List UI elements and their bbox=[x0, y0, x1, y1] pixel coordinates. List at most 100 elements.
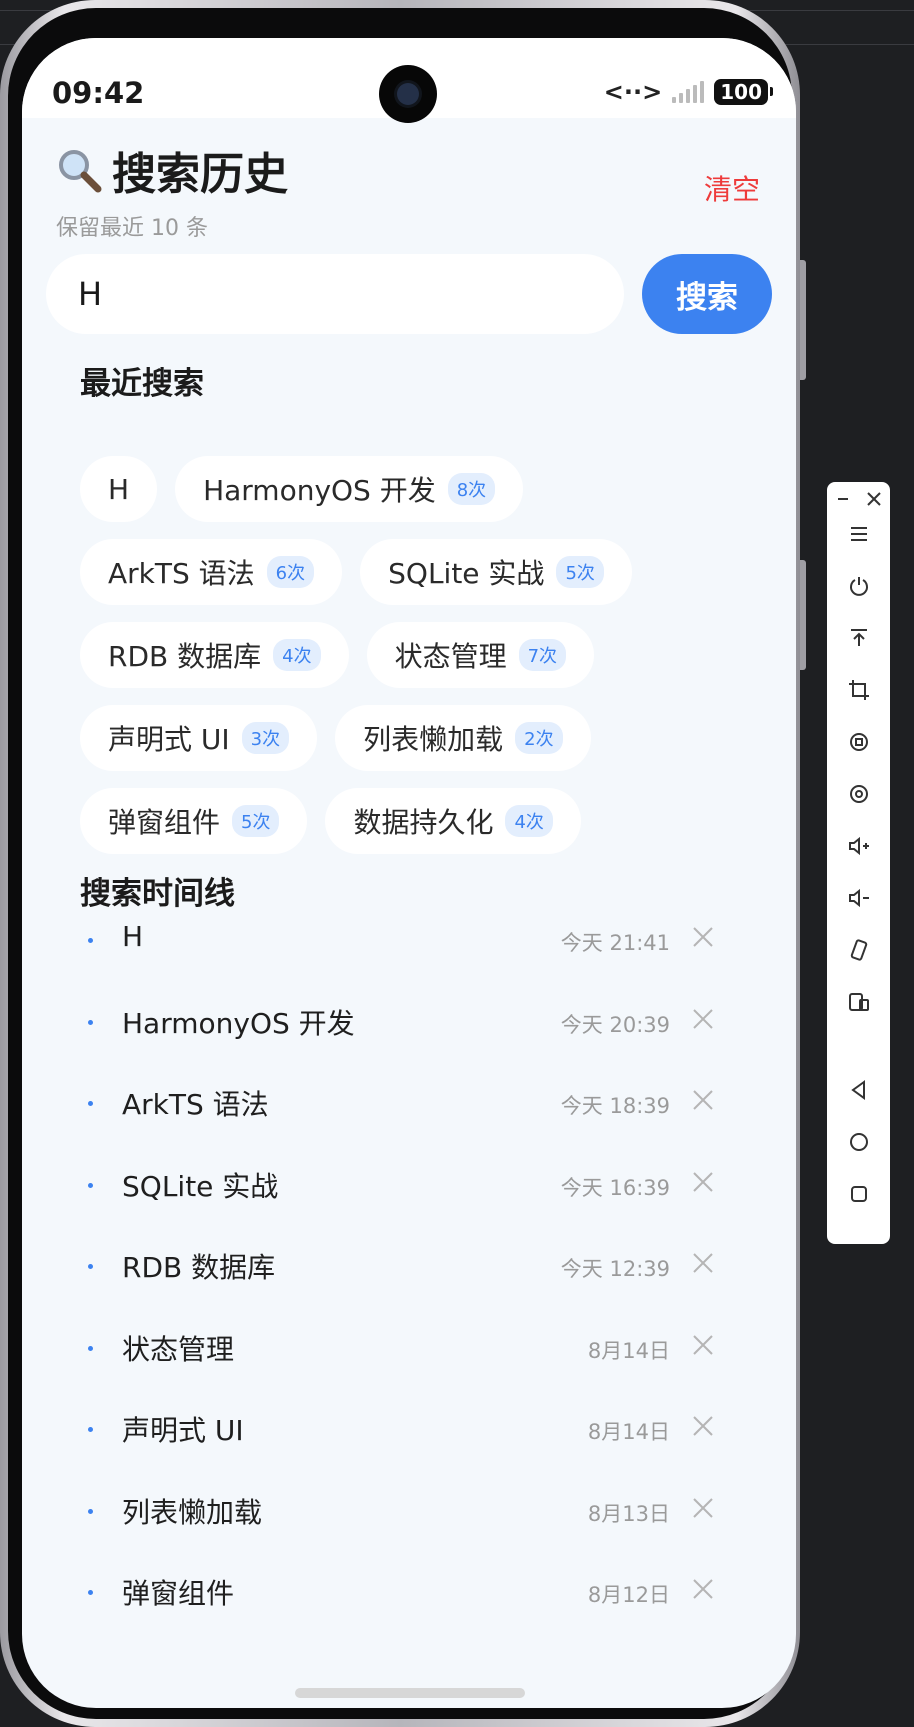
timeline-item[interactable]: ArkTS 语法 今天 18:39 bbox=[80, 1063, 760, 1145]
shake-icon[interactable] bbox=[847, 938, 871, 962]
timeline-item[interactable]: 声明式 UI 8月14日 bbox=[80, 1389, 760, 1471]
delete-icon[interactable] bbox=[688, 1004, 718, 1034]
volume-down-icon[interactable] bbox=[847, 886, 871, 910]
minimize-icon[interactable] bbox=[832, 488, 854, 510]
search-icon bbox=[59, 150, 102, 193]
app-screen: 09:42 <··> 100 搜索历史 保留最近 10 条 清空 H 搜索 最近… bbox=[22, 38, 796, 1708]
status-icons: <··> 100 bbox=[603, 78, 773, 106]
timeline-item-time: 今天 12:39 bbox=[560, 1257, 670, 1281]
chip-label: 列表懒加载 bbox=[363, 723, 504, 756]
home-icon[interactable] bbox=[847, 1130, 871, 1154]
volume-up-icon[interactable] bbox=[847, 834, 871, 858]
page-subtitle: 保留最近 10 条 bbox=[56, 216, 208, 241]
home-indicator[interactable] bbox=[295, 1688, 525, 1698]
chip-label: 状态管理 bbox=[394, 640, 507, 673]
timeline-dot bbox=[88, 1182, 93, 1188]
delete-icon[interactable] bbox=[688, 1248, 718, 1278]
timeline-item-name: 状态管理 bbox=[122, 1332, 235, 1366]
chip-label: 数据持久化 bbox=[353, 806, 494, 839]
recent-search-chip[interactable]: 弹窗组件 5次 bbox=[80, 788, 308, 854]
recent-search-chip[interactable]: 声明式 UI 3次 bbox=[80, 705, 318, 771]
timeline-dot bbox=[88, 1427, 93, 1432]
recent-search-chip[interactable]: SQLite 实战 5次 bbox=[360, 539, 632, 605]
timeline-item-name: ArkTS 语法 bbox=[122, 1088, 269, 1121]
chip-count-badge: 5次 bbox=[232, 805, 280, 837]
timeline-item[interactable]: 列表懒加载 8月13日 bbox=[80, 1471, 760, 1553]
timeline-item[interactable]: HarmonyOS 开发 今天 20:39 bbox=[80, 982, 760, 1064]
page-title-text: 搜索历史 bbox=[112, 149, 288, 200]
recent-search-chip[interactable]: 状态管理 7次 bbox=[366, 622, 595, 688]
timeline-item-name: H bbox=[122, 920, 144, 953]
signal-icon bbox=[672, 81, 705, 103]
timeline-dot bbox=[88, 1264, 93, 1269]
search-button[interactable]: 搜索 bbox=[642, 254, 772, 334]
chip-count-badge: 5次 bbox=[556, 556, 604, 588]
delete-icon[interactable] bbox=[688, 1574, 718, 1604]
page-header: 搜索历史 保留最近 10 条 bbox=[56, 138, 288, 242]
recent-search-chip[interactable]: H bbox=[80, 456, 158, 522]
timeline-item[interactable]: H 今天 21:41 bbox=[80, 900, 760, 982]
emulator-toolbar bbox=[827, 482, 890, 1244]
chip-label: H bbox=[108, 472, 130, 506]
front-camera bbox=[379, 65, 437, 123]
menu-icon[interactable] bbox=[847, 522, 871, 546]
status-bar: 09:42 <··> 100 bbox=[22, 38, 796, 123]
recent-searches-title: 最近搜索 bbox=[80, 366, 204, 402]
power-icon[interactable] bbox=[847, 574, 871, 598]
close-icon[interactable] bbox=[863, 488, 885, 510]
chip-count-badge: 3次 bbox=[241, 722, 290, 754]
search-input[interactable]: H bbox=[46, 254, 624, 334]
chip-row: RDB 数据库 4次 状态管理 7次 bbox=[80, 622, 760, 688]
battery-icon: 100 bbox=[714, 79, 773, 105]
timeline-item-time: 今天 18:39 bbox=[560, 1094, 670, 1118]
chip-label: RDB 数据库 bbox=[108, 640, 262, 673]
delete-icon[interactable] bbox=[688, 1085, 718, 1115]
delete-icon[interactable] bbox=[688, 1493, 718, 1523]
timeline-item[interactable]: 状态管理 8月14日 bbox=[80, 1308, 760, 1390]
timeline-item[interactable]: RDB 数据库 今天 12:39 bbox=[80, 1226, 760, 1308]
timeline-item[interactable]: 弹窗组件 8月12日 bbox=[80, 1552, 760, 1634]
delete-icon[interactable] bbox=[688, 922, 718, 952]
clear-button[interactable]: 清空 bbox=[704, 168, 760, 208]
chip-label: SQLite 实战 bbox=[388, 557, 545, 590]
recents-icon[interactable] bbox=[847, 1182, 871, 1206]
back-icon[interactable] bbox=[847, 1078, 871, 1102]
timeline-item-time: 8月14日 bbox=[587, 1420, 670, 1444]
recent-search-chip[interactable]: ArkTS 语法 6次 bbox=[80, 539, 343, 605]
chip-label: ArkTS 语法 bbox=[108, 557, 255, 590]
chip-row: 声明式 UI 3次 列表懒加载 2次 bbox=[80, 705, 760, 771]
recent-search-chip[interactable]: 数据持久化 4次 bbox=[325, 788, 581, 854]
timeline-dot bbox=[88, 1019, 93, 1025]
timeline-dot bbox=[88, 1590, 93, 1595]
crop-icon[interactable] bbox=[847, 678, 871, 702]
timeline-item-name: 弹窗组件 bbox=[122, 1577, 235, 1610]
timeline-item-time: 今天 16:39 bbox=[560, 1175, 670, 1200]
chip-label: HarmonyOS 开发 bbox=[203, 474, 436, 507]
timeline-dot bbox=[88, 938, 93, 943]
status-time: 09:42 bbox=[52, 76, 145, 110]
timeline-item-time: 8月14日 bbox=[587, 1338, 670, 1363]
chip-label: 声明式 UI bbox=[108, 723, 230, 756]
timeline-dot bbox=[88, 1345, 93, 1351]
timeline-item[interactable]: SQLite 实战 今天 16:39 bbox=[80, 1145, 760, 1227]
rotate-right-icon[interactable] bbox=[847, 782, 871, 806]
timeline-item-time: 8月12日 bbox=[587, 1583, 670, 1607]
chip-row: H HarmonyOS 开发 8次 bbox=[80, 456, 760, 522]
pin-top-icon[interactable] bbox=[847, 626, 871, 650]
timeline-item-name: RDB 数据库 bbox=[122, 1251, 276, 1284]
chip-count-badge: 8次 bbox=[447, 473, 496, 505]
timeline-item-name: 列表懒加载 bbox=[122, 1495, 263, 1529]
page-title: 搜索历史 bbox=[56, 138, 288, 202]
delete-icon[interactable] bbox=[688, 1167, 718, 1197]
recent-search-chip[interactable]: 列表懒加载 2次 bbox=[335, 705, 591, 771]
recent-search-chip[interactable]: RDB 数据库 4次 bbox=[80, 622, 349, 688]
delete-icon[interactable] bbox=[688, 1411, 718, 1441]
network-icon: <··> bbox=[603, 78, 663, 106]
timeline-dot bbox=[88, 1101, 93, 1106]
rotate-left-icon[interactable] bbox=[847, 730, 871, 754]
delete-icon[interactable] bbox=[688, 1330, 718, 1360]
recent-search-chip[interactable]: HarmonyOS 开发 8次 bbox=[175, 456, 524, 522]
fold-icon[interactable] bbox=[847, 990, 871, 1014]
chip-count-badge: 4次 bbox=[505, 805, 553, 837]
phone-frame: 09:42 <··> 100 搜索历史 保留最近 10 条 清空 H 搜索 最近… bbox=[0, 0, 806, 1727]
